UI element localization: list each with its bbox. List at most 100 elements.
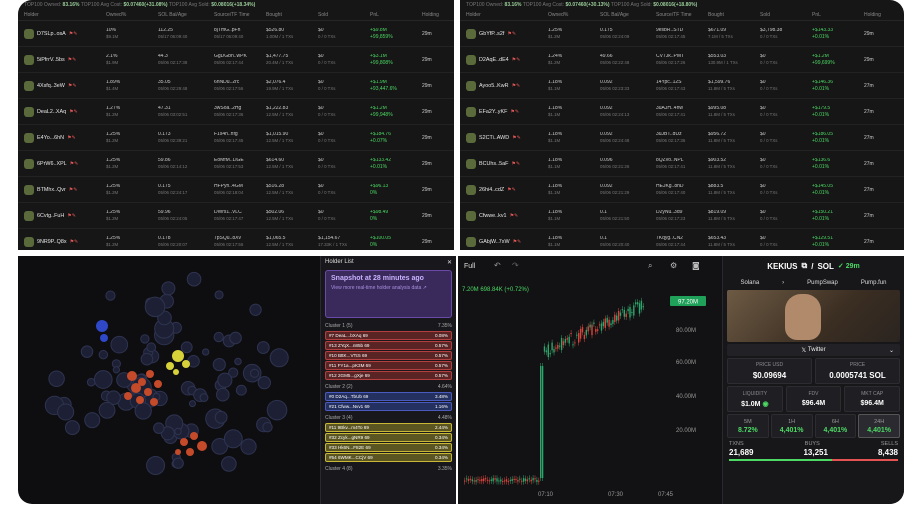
table-row[interactable]: Cfwwe..kv1 ⚑✎ 1.18% $1.1M 0.1 05/06 02:21:50 D… (460, 203, 904, 229)
zoom-icon[interactable]: ⌕ (648, 261, 652, 270)
holder-cell[interactable]: D2AqE..dE4 ⚑✎ (460, 54, 548, 65)
holder-bubble[interactable] (216, 387, 230, 402)
cluster-2-bubble[interactable] (96, 320, 108, 332)
holder-bubble[interactable] (93, 370, 113, 389)
holder-bubble[interactable] (48, 370, 65, 387)
snapshot-banner[interactable]: Snapshot at 28 minutes ago View more rea… (325, 270, 452, 318)
cluster-4-bubble[interactable] (186, 448, 194, 456)
cluster-1-bubble[interactable] (150, 398, 158, 406)
chart-tab-full[interactable]: Full (464, 263, 476, 270)
cluster-1-bubble[interactable] (127, 371, 137, 381)
holder-bubble[interactable] (84, 412, 101, 429)
holder-list-row[interactable]: #54 6WMK...CCjV 69 0.34% (325, 453, 452, 462)
holder-bubble[interactable] (214, 290, 224, 300)
source-address[interactable]: 7Kqyg..CN2 (656, 236, 708, 241)
col-bought[interactable]: Bought (708, 12, 760, 18)
source-address[interactable]: EoMfM..LiGE (214, 158, 266, 163)
table-row[interactable]: S2CTi..AWD ⚑✎ 1.18% $1.1M 0.092 05/06 02:24:4… (460, 125, 904, 151)
cluster-header[interactable]: Cluster 1 (5) 7.35% (321, 320, 456, 330)
cluster-1-bubble[interactable] (144, 388, 152, 396)
holder-cell[interactable]: E4Yo...6hN ⚑✎ (18, 132, 106, 143)
col-holder[interactable]: Holder (460, 12, 548, 18)
holder-list-row[interactable]: #13 ZYqX...n85b 69 0.57% (325, 341, 452, 350)
cluster-1-bubble[interactable] (124, 392, 132, 400)
source-address[interactable]: 7pSQu..8Xv (214, 236, 266, 241)
holder-address[interactable]: 9NR9P..Q8x (37, 239, 67, 245)
source-address[interactable]: GgDGbn..wPK (214, 54, 266, 59)
holder-list-row[interactable]: #0 D2Aq...TbUb 69 3.48% (325, 392, 452, 401)
holder-cell[interactable]: 26hi4..cdZ ⚑✎ (460, 184, 548, 195)
holder-bubble[interactable] (212, 358, 226, 372)
holder-cell[interactable]: S2CTi..AWD ⚑✎ (460, 132, 548, 143)
holder-bubble[interactable] (213, 331, 224, 343)
source-address[interactable]: 3uJBT..dUz (656, 132, 708, 137)
holder-bubble[interactable] (174, 427, 182, 436)
holder-cell[interactable]: 4Xsfq..3eW ⚑✎ (18, 80, 106, 91)
gear-icon[interactable]: ⚙ (670, 261, 677, 270)
holder-list-row[interactable]: #11 FY1a...pK3M 69 0.57% (325, 361, 452, 370)
table-row[interactable]: GAbjW..7xW ⚑✎ 1.18% $1.1M 0.1 05/06 02:20:40 7… (460, 229, 904, 250)
col-owned[interactable]: Owned% (106, 12, 158, 18)
holder-cell[interactable]: Cfwwe..kv1 ⚑✎ (460, 210, 548, 221)
source-address[interactable]: HEJKg..8hD (656, 184, 708, 189)
col-source[interactable]: Source/TF Time (214, 12, 266, 18)
holder-bubble[interactable] (186, 271, 202, 287)
bubble-map[interactable] (18, 256, 318, 504)
cluster-4-bubble[interactable] (175, 449, 181, 455)
holder-address[interactable]: EFa2Y..yKF (479, 109, 507, 115)
holder-bubble[interactable] (64, 420, 80, 436)
holder-bubble[interactable] (257, 375, 271, 390)
holder-bubble[interactable] (214, 410, 228, 424)
col-pnl[interactable]: PnL (370, 12, 422, 18)
launchpad-name[interactable]: Pump.fun (861, 280, 887, 286)
holder-list-row[interactable]: #32 Zcyk...gNR9 69 0.34% (325, 433, 452, 442)
holder-cell[interactable]: DeaL2..XAq ⚑✎ (18, 106, 106, 117)
source-address[interactable]: DWrs1..VLC (214, 210, 266, 215)
holder-address[interactable]: 26hi4..cdZ (479, 187, 504, 193)
source-address[interactable]: D2yNu..3d9 (656, 210, 708, 215)
col-sol-bal[interactable]: SOL Bal/Age (158, 12, 214, 18)
cluster-1-bubble[interactable] (146, 370, 154, 378)
holder-bubble[interactable] (98, 401, 116, 419)
holder-address[interactable]: Cfwwe..kv1 (479, 213, 507, 219)
holder-bubble[interactable] (188, 400, 196, 408)
holder-cell[interactable]: BTMhx..Qvr ⚑✎ (18, 184, 106, 195)
col-sold[interactable]: Sold (760, 12, 812, 18)
holder-cell[interactable]: Ayoo5..KwR ⚑✎ (460, 80, 548, 91)
holder-bubble[interactable] (172, 457, 184, 469)
holder-address[interactable]: BTMhx..Qvr (37, 187, 66, 193)
holder-bubble[interactable] (221, 456, 237, 472)
holder-bubble[interactable] (269, 348, 289, 368)
source-address[interactable]: 6nNDu..2rc (214, 80, 266, 85)
source-address[interactable]: F1s4n..nfg (214, 132, 266, 137)
source-address[interactable]: 3wSoa..2Hg (214, 106, 266, 111)
chain-name[interactable]: Solana (740, 280, 759, 286)
holder-cell[interactable]: 6Cvtg..FuH ⚑✎ (18, 210, 106, 221)
cluster-3-bubble[interactable] (172, 350, 184, 362)
col-sol-bal[interactable]: SOL Bal/Age (600, 12, 656, 18)
table-row[interactable]: GbYfP..s2f ⚑✎ 1.25% $1.2M 0.175 05/06 02:24:0… (460, 21, 904, 47)
tab-1h[interactable]: 1H 4,401% (770, 414, 813, 438)
source-address[interactable]: CV7Jk..PMT (656, 54, 708, 59)
holder-cell[interactable]: GAbjW..7xW ⚑✎ (460, 236, 548, 247)
source-address[interactable]: 8jTmG..pFh (214, 28, 266, 33)
price-chart[interactable]: Full ↶ ↷ ⌕ ⚙ ◙ 7.20M 698.84K (+0.72%) 97… (458, 256, 722, 504)
cluster-2-bubble[interactable] (100, 334, 108, 342)
holder-bubble[interactable] (180, 341, 193, 354)
col-source[interactable]: Source/TF Time (656, 12, 708, 18)
cluster-3-bubble[interactable] (166, 362, 174, 370)
holder-cell[interactable]: GbYfP..s2f ⚑✎ (460, 28, 548, 39)
close-icon[interactable]: ✕ (447, 259, 452, 266)
table-row[interactable]: 4Xsfq..3eW ⚑✎ 1.89% $1.4M 35.05 05/06 02:29:4… (18, 73, 454, 99)
copy-icon[interactable]: ⧉ (801, 261, 807, 271)
camera-icon[interactable]: ◙ (692, 261, 700, 270)
holder-bubble[interactable] (146, 455, 166, 475)
candlestick-chart[interactable]: Full ↶ ↷ ⌕ ⚙ ◙ 7.20M 698.84K (+0.72%) 97… (458, 256, 722, 504)
holder-bubble[interactable] (229, 331, 242, 345)
table-row[interactable]: 6PrW6..XPL ⚑✎ 1.25% $1.2M 59.86 05/06 02:14:1… (18, 151, 454, 177)
cluster-1-bubble[interactable] (131, 383, 141, 393)
holder-list-row[interactable]: #12 2GM5...gXje 69 0.57% (325, 371, 452, 380)
holder-address[interactable]: Ayoo5..KwR (479, 83, 509, 89)
holder-bubble[interactable] (266, 399, 288, 421)
table-row[interactable]: 26hi4..cdZ ⚑✎ 1.18% $1.1M 0.092 05/06 02:21:2… (460, 177, 904, 203)
